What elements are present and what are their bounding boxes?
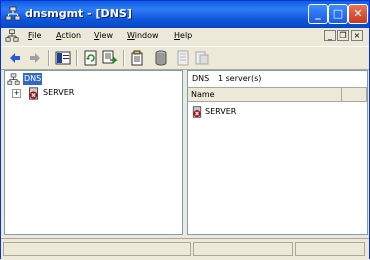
- restore-icon: ❐: [339, 31, 347, 40]
- server-icon: [29, 87, 38, 100]
- status-cell-2: [193, 242, 293, 256]
- new-zone-icon[interactable]: [153, 50, 169, 66]
- toolbar-separator: [123, 50, 125, 66]
- back-icon[interactable]: [7, 50, 23, 66]
- close-button[interactable]: ✕: [348, 4, 368, 24]
- results-header: DNS 1 server(s): [188, 71, 367, 87]
- record-icon[interactable]: [175, 50, 191, 66]
- tree-item-label: SERVER: [43, 88, 75, 97]
- expand-icon[interactable]: +: [12, 89, 21, 98]
- menu-view[interactable]: View: [94, 31, 113, 40]
- results-count: 1 server(s): [218, 74, 262, 83]
- export-list-icon[interactable]: [102, 50, 118, 66]
- app-window: dnsmgmt - [DNS] _ □ ✕ File Action View W…: [0, 0, 370, 260]
- refresh-icon[interactable]: [83, 50, 99, 66]
- dns-console-icon: [5, 6, 21, 21]
- close-icon: ×: [353, 31, 361, 40]
- toolbar: [1, 46, 369, 70]
- menu-window[interactable]: Window: [127, 31, 159, 40]
- minimize-button[interactable]: _: [308, 4, 328, 24]
- minimize-icon: _: [315, 7, 321, 20]
- menu-action[interactable]: Action: [56, 31, 81, 40]
- toolbar-separator: [76, 50, 78, 66]
- child-minimize-button[interactable]: _: [324, 30, 336, 41]
- forward-icon[interactable]: [27, 50, 43, 66]
- column-header-blank[interactable]: [342, 88, 367, 102]
- properties-icon[interactable]: [129, 50, 145, 66]
- minimize-icon: _: [328, 31, 332, 40]
- status-cell-main: [3, 242, 191, 256]
- status-cell-3: [295, 242, 365, 256]
- results-title: DNS: [192, 74, 210, 83]
- maximize-button[interactable]: □: [328, 4, 348, 24]
- tree-root-label[interactable]: DNS: [23, 73, 43, 85]
- menu-file[interactable]: File: [28, 31, 41, 40]
- results-pane: DNS 1 server(s) Name SERVER: [187, 70, 368, 235]
- window-title: dnsmgmt - [DNS]: [25, 7, 132, 20]
- status-bar: [1, 238, 369, 260]
- column-header-name[interactable]: Name: [188, 88, 342, 102]
- record2-icon[interactable]: [194, 50, 210, 66]
- close-icon: ✕: [353, 7, 363, 20]
- console-system-menu-icon[interactable]: [5, 29, 19, 43]
- list-item-label: SERVER: [205, 107, 237, 116]
- menu-bar: File Action View Window Help _ ❐ ×: [1, 28, 369, 45]
- server-icon: [192, 106, 202, 118]
- dns-icon: [7, 73, 20, 85]
- child-close-button[interactable]: ×: [351, 30, 363, 41]
- show-hide-tree-icon[interactable]: [55, 50, 71, 66]
- toolbar-separator: [48, 50, 50, 66]
- title-bar[interactable]: dnsmgmt - [DNS] _ □ ✕: [1, 1, 369, 28]
- menu-help[interactable]: Help: [174, 31, 192, 40]
- maximize-icon: □: [332, 7, 344, 20]
- tree-item-server[interactable]: + SERVER: [7, 87, 127, 100]
- child-restore-button[interactable]: ❐: [337, 30, 349, 41]
- console-tree[interactable]: DNS + SERVER: [4, 70, 183, 235]
